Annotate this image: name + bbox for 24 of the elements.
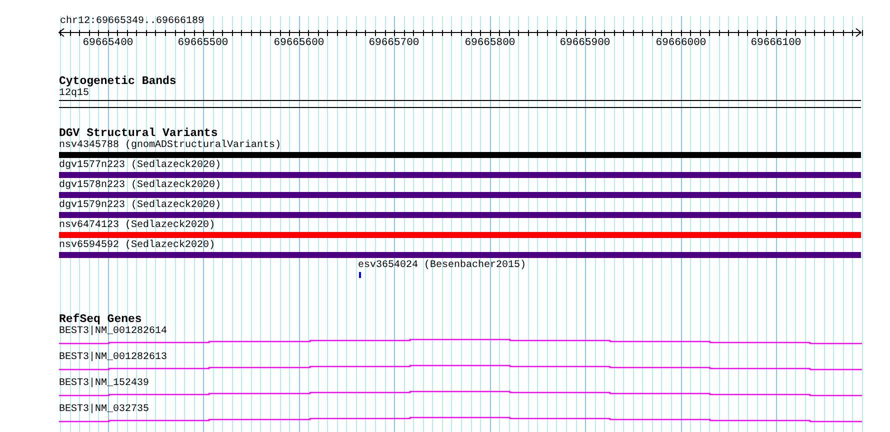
- ruler-tick-label: 69665800: [464, 37, 516, 49]
- track-title: DGV Structural Variants: [59, 128, 218, 140]
- feature-label: dgv1579n223 (Sedlazeck2020): [59, 200, 222, 212]
- ruler-tick-label: 69666000: [656, 37, 706, 49]
- ruler-tick-label: 69665700: [368, 37, 420, 49]
- feature-label: dgv1578n223 (Sedlazeck2020): [59, 180, 222, 192]
- region-label: chr12:69665349..69666189: [60, 16, 204, 28]
- feature-label: nsv4345788 (gnomADStructuralVariants): [59, 140, 282, 152]
- feature-label: dgv1577n223 (Sedlazeck2020): [59, 160, 222, 172]
- feature-label: nsv6474123 (Sedlazeck2020): [59, 220, 216, 232]
- track-title: Cytogenetic Bands: [59, 76, 176, 88]
- feature-label: BEST3|NM_032735: [59, 404, 150, 416]
- feature-label: esv3654024 (Besenbacher2015): [358, 260, 526, 272]
- ruler-tick-label: 69665500: [178, 37, 228, 49]
- feature-label: nsv6594592 (Sedlazeck2020): [59, 240, 216, 252]
- feature-label: BEST3|NM_152439: [59, 378, 150, 390]
- feature-label: BEST3|NM_001282613: [59, 352, 168, 364]
- feature-label: 12q15: [59, 88, 90, 100]
- ruler-tick-label: 69665400: [82, 37, 134, 49]
- ruler-tick-label: 69665600: [274, 37, 324, 49]
- feature-label: BEST3|NM_001282614: [59, 326, 168, 338]
- ruler-tick-label: 69665900: [560, 37, 610, 49]
- track-title: RefSeq Genes: [59, 314, 142, 326]
- ruler-tick-label: 69666100: [750, 37, 802, 49]
